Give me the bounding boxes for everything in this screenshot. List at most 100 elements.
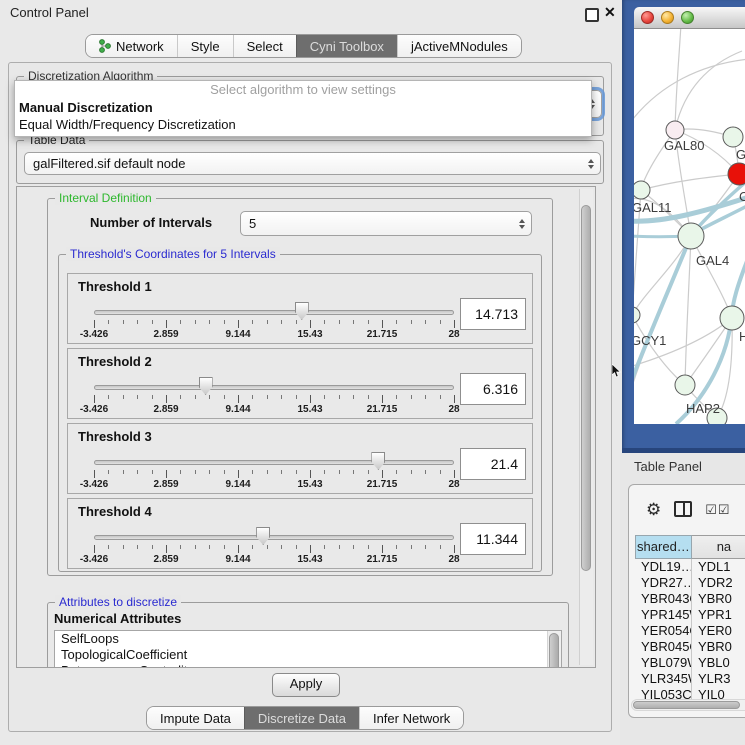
network-node[interactable] xyxy=(720,306,744,330)
dropdown-option-manual-discretization[interactable]: Manual Discretization xyxy=(15,99,591,116)
slider-thumb[interactable] xyxy=(371,452,385,470)
apply-button[interactable]: Apply xyxy=(272,673,340,697)
table-cell[interactable]: YBR043C xyxy=(635,591,692,607)
dropdown-option-equal-width-frequency-discretization[interactable]: Equal Width/Frequency Discretization xyxy=(15,116,591,133)
table-cell[interactable]: YBR0 xyxy=(692,591,745,607)
numerical-attributes-list: SelfLoopsTopologicalCoefficientBetweenne… xyxy=(54,630,562,668)
table-cell[interactable]: YDL1 xyxy=(692,559,745,575)
table-horizontal-scrollbar[interactable] xyxy=(631,699,745,711)
table-row[interactable]: YER054CYER0 xyxy=(635,623,745,639)
axis-tick-label: 2.859 xyxy=(153,404,178,415)
slider-thumb[interactable] xyxy=(199,377,213,395)
node-label: C xyxy=(739,189,745,204)
network-node[interactable] xyxy=(634,181,650,199)
number-of-intervals-combobox[interactable]: 5 xyxy=(240,211,532,236)
checkbox-icon[interactable]: ☑☑ xyxy=(705,503,730,516)
table-cell[interactable]: YBL079W xyxy=(635,655,692,671)
table-cell[interactable]: YER054C xyxy=(635,623,692,639)
table-row[interactable]: YDR27…YDR2 xyxy=(635,575,745,591)
axis-tick xyxy=(454,470,455,478)
tab-jactivemnodules[interactable]: jActiveMNodules xyxy=(397,35,521,57)
network-node[interactable] xyxy=(728,163,745,185)
attribute-item-betweennesscentrality[interactable]: BetweennessCentrality xyxy=(55,663,561,668)
minimize-traffic-icon[interactable] xyxy=(661,11,674,24)
axis-tick xyxy=(382,395,383,403)
network-edge[interactable] xyxy=(685,236,691,385)
tab-network[interactable]: Network xyxy=(86,35,177,57)
tab-cyni-toolbox[interactable]: Cyni Toolbox xyxy=(296,35,397,57)
table-cell[interactable]: YLR345W xyxy=(635,671,692,687)
table-data-combobox[interactable]: galFiltered.sif default node xyxy=(24,152,601,175)
attribute-item-selfloops[interactable]: SelfLoops xyxy=(55,631,561,647)
tab-select[interactable]: Select xyxy=(233,35,296,57)
number-of-intervals-value: 5 xyxy=(249,216,256,231)
axis-tick xyxy=(252,470,253,474)
column-layout-icon[interactable] xyxy=(674,501,692,517)
axis-tick xyxy=(324,470,325,474)
threshold-value-field[interactable]: 14.713 xyxy=(460,298,526,330)
scrollbar-thumb[interactable] xyxy=(549,633,559,668)
tab-impute-data[interactable]: Impute Data xyxy=(147,707,244,729)
slider-track[interactable] xyxy=(94,460,454,465)
table-cell[interactable]: YDR27… xyxy=(635,575,692,591)
zoom-traffic-icon[interactable] xyxy=(681,11,694,24)
axis-tick-label: 21.715 xyxy=(367,404,398,415)
close-icon[interactable]: ✕ xyxy=(604,4,616,21)
tab-discretize-data[interactable]: Discretize Data xyxy=(244,707,359,729)
network-edge[interactable] xyxy=(634,236,691,387)
slider-track[interactable] xyxy=(94,310,454,315)
panel-scrollbar[interactable] xyxy=(579,189,593,665)
table-cell[interactable]: YDR2 xyxy=(692,575,745,591)
gear-icon[interactable]: ⚙ xyxy=(646,501,661,518)
network-node[interactable] xyxy=(666,121,684,139)
network-edge[interactable] xyxy=(634,59,745,124)
network-edge[interactable] xyxy=(691,236,732,318)
table-cell[interactable]: YPR1 xyxy=(692,607,745,623)
axis-tick xyxy=(166,470,167,478)
table-header-row: shared…na xyxy=(635,535,745,559)
float-window-icon[interactable] xyxy=(585,8,599,22)
table-cell[interactable]: YBR045C xyxy=(635,639,692,655)
scrollbar-thumb[interactable] xyxy=(633,701,740,709)
network-node[interactable] xyxy=(634,307,640,323)
axis-tick xyxy=(209,470,210,474)
slider-thumb[interactable] xyxy=(295,302,309,320)
attribute-item-topologicalcoefficient[interactable]: TopologicalCoefficient xyxy=(55,647,561,663)
table-column-header-1[interactable]: shared… xyxy=(635,535,692,559)
threshold-value-field[interactable]: 6.316 xyxy=(460,373,526,405)
list-scrollbar[interactable] xyxy=(547,631,561,668)
table-row[interactable]: YBL079WYBL0 xyxy=(635,655,745,671)
network-canvas[interactable]: GAL80GCGAL11GAL4GCY1HHAP2 xyxy=(634,29,745,424)
network-node[interactable] xyxy=(675,375,695,395)
scrollbar-thumb[interactable] xyxy=(581,205,591,571)
table-cell[interactable]: YBL0 xyxy=(692,655,745,671)
table-cell[interactable]: YDL19… xyxy=(635,559,692,575)
tab-infer-network[interactable]: Infer Network xyxy=(359,707,463,729)
table-cell[interactable]: YER0 xyxy=(692,623,745,639)
control-panel-tabbar: NetworkStyleSelectCyni ToolboxjActiveMNo… xyxy=(85,34,522,58)
axis-tick xyxy=(382,545,383,553)
table-row[interactable]: YLR345WYLR3 xyxy=(635,671,745,687)
tab-style[interactable]: Style xyxy=(177,35,233,57)
network-node[interactable] xyxy=(678,223,704,249)
table-cell[interactable]: YBR0 xyxy=(692,639,745,655)
table-row[interactable]: YBR045CYBR0 xyxy=(635,639,745,655)
network-edge[interactable] xyxy=(641,174,739,190)
threshold-value-field[interactable]: 11.344 xyxy=(460,523,526,555)
axis-tick xyxy=(108,545,109,549)
slider-thumb[interactable] xyxy=(256,527,270,545)
slider-track[interactable] xyxy=(94,535,454,540)
slider-track[interactable] xyxy=(94,385,454,390)
close-traffic-icon[interactable] xyxy=(641,11,654,24)
network-window-titlebar[interactable] xyxy=(634,7,745,29)
threshold-value-field[interactable]: 21.4 xyxy=(460,448,526,480)
table-row[interactable]: YDL19…YDL1 xyxy=(635,559,745,575)
table-column-header-2[interactable]: na xyxy=(692,535,745,559)
table-cell[interactable]: YPR145W xyxy=(635,607,692,623)
table-row[interactable]: YBR043CYBR0 xyxy=(635,591,745,607)
network-edge[interactable] xyxy=(675,51,742,130)
table-row[interactable]: YPR145WYPR1 xyxy=(635,607,745,623)
table-cell[interactable]: YLR3 xyxy=(692,671,745,687)
axis-tick xyxy=(137,470,138,474)
network-node[interactable] xyxy=(723,127,743,147)
